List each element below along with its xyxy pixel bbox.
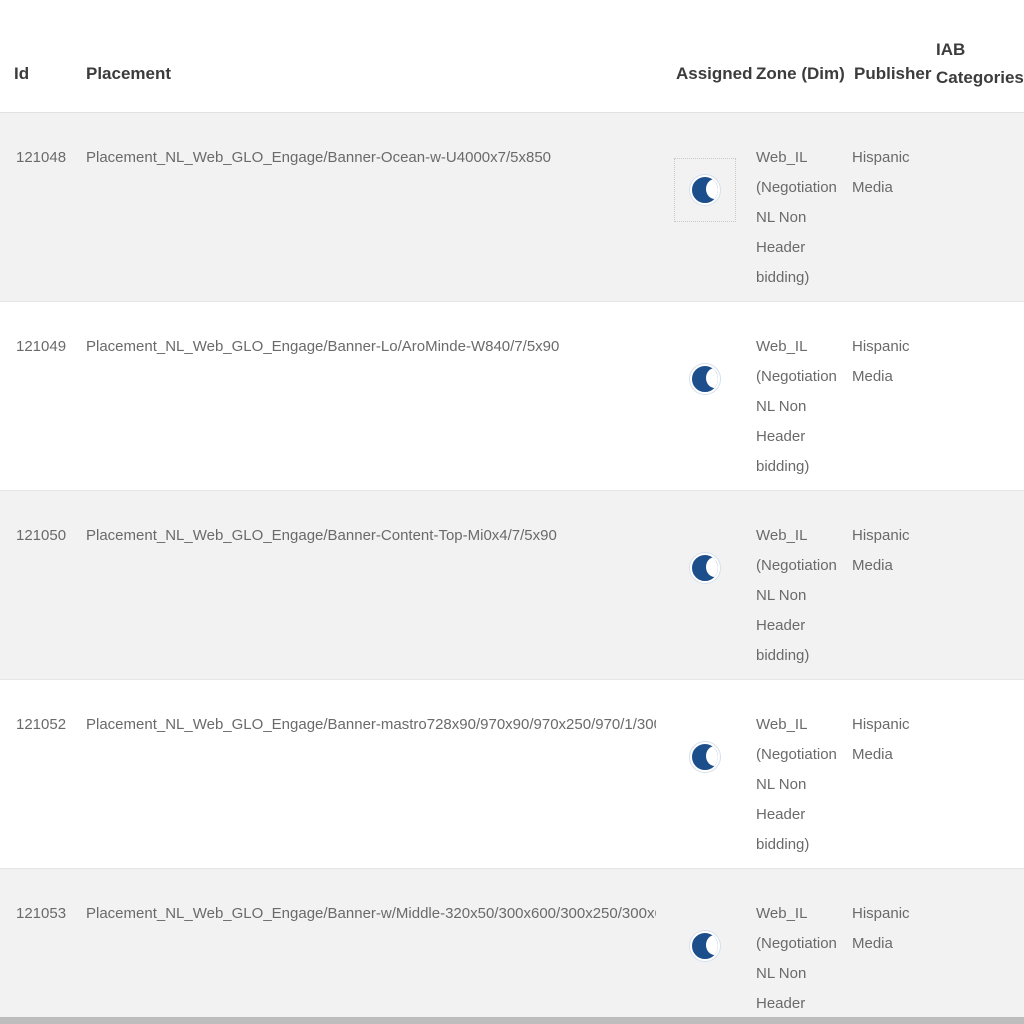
horizontal-scrollbar[interactable] [0,1017,1024,1024]
column-header-id[interactable]: Id [14,0,29,112]
cell-zone: Web_IL (Negotiation NL Non Header biddin… [756,905,837,1012]
assigned-toggle-icon[interactable] [690,553,720,583]
cell-id: 121048 [16,149,67,166]
cell-assigned [674,725,736,789]
cell-id: 121053 [16,905,67,922]
cell-id: 121049 [16,338,67,355]
table-row[interactable]: 121048 Placement_NL_Web_GLO_Engage/Banne… [0,113,1024,302]
cell-publisher: Hispanic Media [852,905,910,952]
cell-assigned [674,347,736,411]
cell-zone: Web_IL (Negotiation NL Non Header biddin… [756,149,837,286]
cell-placement: Placement_NL_Web_GLO_Engage/Banner-mastr… [86,716,656,733]
cell-publisher: Hispanic Media [852,338,910,385]
cell-zone: Web_IL (Negotiation NL Non Header biddin… [756,338,837,475]
table-row[interactable]: 121049 Placement_NL_Web_GLO_Engage/Banne… [0,302,1024,491]
column-header-publisher[interactable]: Publisher [854,0,931,112]
assigned-toggle-icon[interactable] [690,175,720,205]
cell-id: 121052 [16,716,67,733]
cell-publisher: Hispanic Media [852,527,910,574]
cell-zone: Web_IL (Negotiation NL Non Header biddin… [756,716,837,853]
cell-publisher: Hispanic Media [852,716,910,763]
cell-placement: Placement_NL_Web_GLO_Engage/Banner-Conte… [86,527,557,544]
cell-assigned [674,914,736,978]
cell-assigned [674,536,736,600]
table-header: Id Placement Assigned Zone (Dim) Publish… [0,0,1024,113]
table-row[interactable]: 121050 Placement_NL_Web_GLO_Engage/Banne… [0,491,1024,680]
cell-id: 121050 [16,527,67,544]
column-header-zone[interactable]: Zone (Dim) [756,0,845,112]
cell-placement: Placement_NL_Web_GLO_Engage/Banner-w/Mid… [86,905,656,922]
cell-publisher: Hispanic Media [852,149,910,196]
column-header-iab-categories[interactable]: IAB Categories [936,0,1024,112]
table-body: 121048 Placement_NL_Web_GLO_Engage/Banne… [0,113,1024,1024]
cell-placement: Placement_NL_Web_GLO_Engage/Banner-Ocean… [86,149,552,166]
placements-table: Id Placement Assigned Zone (Dim) Publish… [0,0,1024,1024]
assigned-toggle-icon[interactable] [690,364,720,394]
assigned-toggle-icon[interactable] [690,931,720,961]
cell-zone: Web_IL (Negotiation NL Non Header biddin… [756,527,837,664]
cell-assigned [674,158,736,222]
table-row[interactable]: 121052 Placement_NL_Web_GLO_Engage/Banne… [0,680,1024,869]
column-header-placement[interactable]: Placement [86,0,171,112]
cell-placement: Placement_NL_Web_GLO_Engage/Banner-Lo/Ar… [86,338,560,355]
column-header-assigned[interactable]: Assigned [676,0,753,112]
table-row[interactable]: 121053 Placement_NL_Web_GLO_Engage/Banne… [0,869,1024,1024]
assigned-toggle-icon[interactable] [690,742,720,772]
